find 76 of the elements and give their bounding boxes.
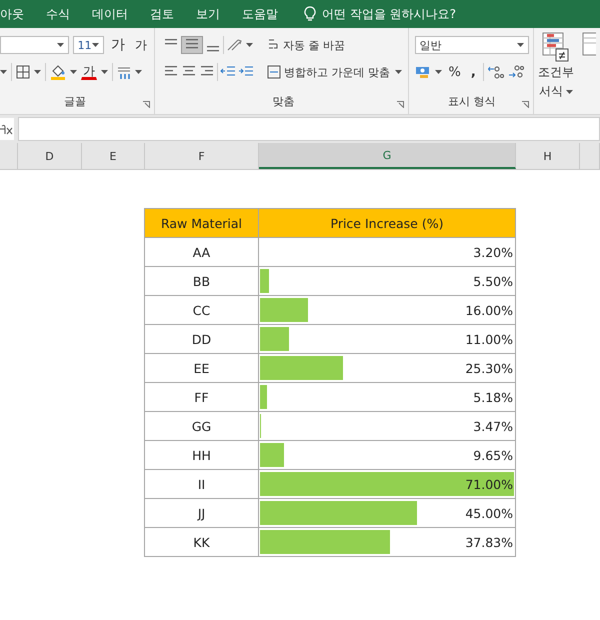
increase-font-size-button[interactable]: 가 xyxy=(108,34,128,56)
material-cell: KK xyxy=(144,528,258,556)
material-cell: EE xyxy=(144,354,258,382)
font-size-field[interactable]: 11 xyxy=(72,36,104,54)
wrap-text-button[interactable]: 자동 줄 바꿈 xyxy=(265,36,348,54)
percent-value: 3.20% xyxy=(473,244,514,260)
increase-decimal-icon[interactable] xyxy=(488,65,504,79)
font-name-field[interactable] xyxy=(0,36,69,54)
percent-value: 45.00% xyxy=(465,506,514,520)
percent-value: 71.00% xyxy=(465,476,514,492)
dropdown-caret-icon[interactable] xyxy=(516,43,524,47)
group-label: 글꼴 xyxy=(64,94,86,109)
tell-me-search[interactable]: 어떤 작업을 원하시나요? xyxy=(322,6,456,22)
dropdown-caret-icon[interactable] xyxy=(0,70,7,74)
menu-tab[interactable]: 수식 xyxy=(46,6,81,22)
decrease-font-size-button[interactable]: 가 xyxy=(132,34,150,56)
borders-icon[interactable] xyxy=(16,65,30,79)
material-cell: CC xyxy=(144,296,258,324)
material-cell: AA xyxy=(144,238,258,266)
header-cell: Price Increase (%) xyxy=(258,208,516,238)
material-cell: II xyxy=(144,470,258,498)
percent-value: 3.47% xyxy=(473,418,514,434)
menu-tab[interactable]: 검토 xyxy=(150,6,185,22)
conditional-formatting-button[interactable]: 조건부 서식 xyxy=(538,32,574,114)
column-header[interactable]: H xyxy=(516,143,580,169)
currency-icon[interactable] xyxy=(414,65,431,79)
column-header[interactable]: E xyxy=(82,143,145,169)
percent-value: 37.83% xyxy=(465,534,514,550)
percent-value: 5.50% xyxy=(473,274,514,288)
dialog-launcher-icon[interactable] xyxy=(396,101,404,108)
material-cell: JJ xyxy=(144,498,258,528)
menu-tab[interactable]: 데이터 xyxy=(92,6,139,22)
dropdown-caret-icon[interactable] xyxy=(395,70,402,74)
dropdown-caret-icon[interactable] xyxy=(92,43,99,47)
material-cell: FF xyxy=(144,382,258,412)
menu-tab[interactable]: 도움말 xyxy=(242,6,289,22)
percent-value: 25.30% xyxy=(465,360,514,376)
dropdown-caret-icon[interactable] xyxy=(56,43,64,47)
dialog-launcher-icon[interactable] xyxy=(522,101,529,108)
number-format-field[interactable]: 일반 xyxy=(414,36,529,54)
material-cell: HH xyxy=(144,440,258,470)
dropdown-caret-icon[interactable] xyxy=(70,70,77,74)
lightbulb-icon xyxy=(304,6,316,22)
text-orientation-icon[interactable] xyxy=(226,38,244,52)
percent-value: 9.65% xyxy=(473,448,514,462)
insert-function-icon[interactable] xyxy=(0,118,14,140)
column-header[interactable]: D xyxy=(18,143,82,169)
font-color-button[interactable]: 가 xyxy=(81,64,97,80)
conditional-formatting-icon xyxy=(542,32,570,62)
decrease-decimal-icon[interactable] xyxy=(508,65,524,79)
group-label: 표시 형식 xyxy=(448,94,496,109)
dropdown-caret-icon[interactable] xyxy=(101,70,108,74)
menu-tab[interactable]: 아웃 xyxy=(0,6,35,22)
formula-bar-field[interactable] xyxy=(18,117,600,141)
merge-center-button[interactable]: 병합하고 가운데 맞춤 xyxy=(264,62,393,82)
dropdown-caret-icon[interactable] xyxy=(434,70,442,74)
material-cell: BB xyxy=(144,266,258,296)
menu-tab[interactable]: 보기 xyxy=(196,6,231,22)
percent-value: 11.00% xyxy=(465,332,514,346)
merge-cells-icon xyxy=(267,65,281,79)
fill-color-icon[interactable] xyxy=(50,64,66,80)
comma-style-button[interactable]: , xyxy=(468,62,479,82)
dropdown-caret-icon[interactable] xyxy=(135,70,142,74)
dropdown-caret-icon[interactable] xyxy=(246,43,253,47)
header-cell: Raw Material xyxy=(144,208,258,238)
dropdown-caret-icon[interactable] xyxy=(34,70,41,74)
dropdown-caret-icon xyxy=(566,90,573,94)
material-cell: DD xyxy=(144,324,258,354)
dialog-launcher-icon[interactable] xyxy=(143,101,150,108)
middle-align-button[interactable] xyxy=(181,36,203,54)
percent-value: 16.00% xyxy=(465,302,514,318)
column-header[interactable]: G xyxy=(259,143,516,169)
material-cell: GG xyxy=(144,412,258,440)
percent-value: 5.18% xyxy=(473,390,514,404)
percent-style-button[interactable]: % xyxy=(446,62,464,82)
group-label: 맞춤 xyxy=(272,94,294,109)
